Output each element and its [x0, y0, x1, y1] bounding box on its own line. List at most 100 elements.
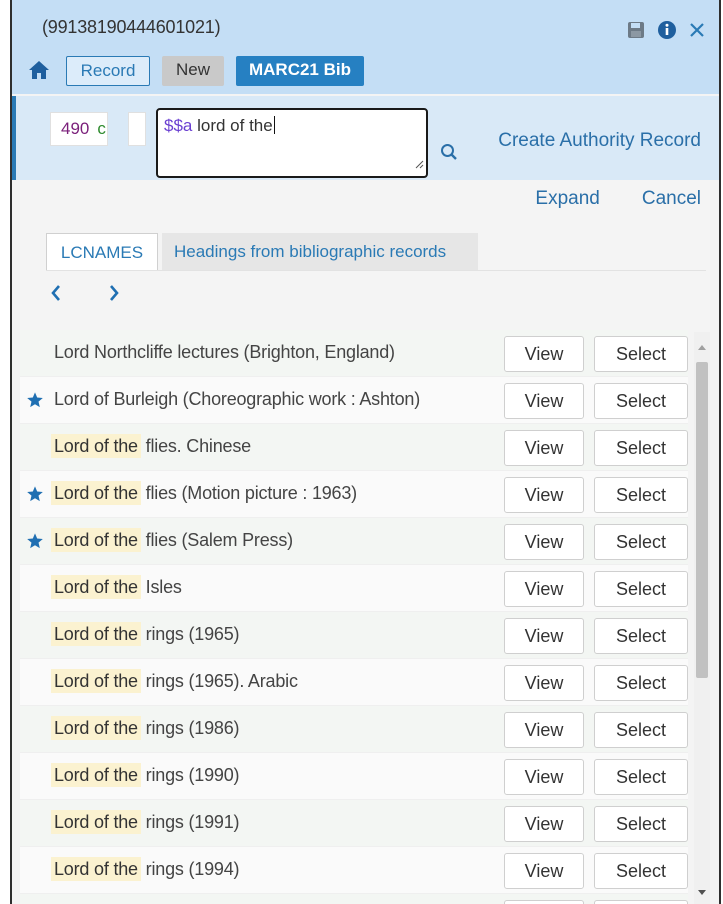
chevron-right-icon[interactable] [108, 284, 120, 307]
select-button[interactable]: Select [594, 618, 688, 654]
view-button[interactable]: View [504, 618, 584, 654]
format-badge: MARC21 Bib [236, 56, 364, 86]
heading-rest: rings (1990) [140, 765, 240, 785]
pager [50, 284, 120, 307]
heading-rest: rings (1994) [140, 859, 240, 879]
cancel-link[interactable]: Cancel [642, 188, 701, 210]
heading-rest: rings (1965) [140, 624, 240, 644]
indicator-2[interactable] [128, 112, 146, 146]
match-highlight: Lord of the [51, 575, 141, 599]
view-button[interactable]: View [504, 665, 584, 701]
heading-rest: rings (1986) [140, 718, 240, 738]
result-row: Lord of the rings (1965). Arabic View Sele… [20, 659, 688, 706]
view-button[interactable]: View [504, 336, 584, 372]
match-highlight: Lord of the [51, 434, 141, 458]
view-button[interactable]: View [504, 712, 584, 748]
view-button[interactable]: View [504, 759, 584, 795]
select-button[interactable]: Select [594, 759, 688, 795]
record-badge[interactable]: Record [66, 56, 150, 86]
view-button[interactable]: View [504, 900, 584, 904]
match-highlight: Lord of the [51, 716, 141, 740]
scroll-up-icon[interactable] [697, 338, 707, 356]
header-actions [627, 20, 705, 45]
result-row: Lord of the flies (Motion picture : 1963… [20, 471, 688, 518]
heading-rest: flies (Salem Press) [140, 530, 293, 550]
subfield-editor[interactable]: $$a lord of the [156, 108, 428, 178]
select-button[interactable]: Select [594, 712, 688, 748]
heading-text: Lord of the flies. Chinese [51, 434, 251, 458]
select-button[interactable]: Select [594, 853, 688, 889]
close-icon[interactable] [689, 22, 705, 43]
result-row: Lord of the rings (1986) View Select [20, 706, 688, 753]
view-button[interactable]: View [504, 524, 584, 560]
select-button[interactable]: Select [594, 806, 688, 842]
select-button[interactable]: Select [594, 571, 688, 607]
select-button[interactable]: Select [594, 430, 688, 466]
select-button[interactable]: Select [594, 336, 688, 372]
heading-text: Lord of the rings (1986) [51, 716, 240, 740]
heading-text: Lord of the rings (1994) [51, 857, 240, 881]
select-button[interactable]: Select [594, 900, 688, 904]
heading-text: Lord of Burleigh (Choreographic work : A… [54, 389, 420, 410]
search-icon[interactable] [440, 143, 458, 166]
subfield-code: $$a [164, 116, 193, 135]
results-list: Lord Northcliffe lectures (Brighton, Eng… [20, 330, 688, 904]
heading-text: Lord of the rings (1965). Arabic [51, 669, 298, 693]
heading-text: Lord of the flies (Motion picture : 1963… [51, 481, 358, 505]
heading-text: Lord of the Isles [51, 575, 182, 599]
heading-text: Lord of the flies (Salem Press) [51, 528, 293, 552]
resize-grip-icon[interactable] [414, 154, 424, 174]
result-row: Lord of the rings (2001)ViewSelect [20, 894, 688, 904]
scroll-down-icon[interactable] [697, 884, 707, 902]
match-highlight: Lord of the [51, 810, 141, 834]
scrollbar-thumb[interactable] [696, 362, 708, 678]
tab-lcnames[interactable]: LCNAMES [46, 233, 158, 271]
search-actions: Expand Cancel [535, 188, 701, 210]
view-button[interactable]: View [504, 853, 584, 889]
result-row: Lord of the flies (Salem Press) View Selec… [20, 518, 688, 565]
save-icon[interactable] [627, 21, 645, 44]
heading-rest: Lord of Burleigh (Choreographic work : A… [54, 389, 420, 409]
view-button[interactable]: View [504, 430, 584, 466]
select-button[interactable]: Select [594, 524, 688, 560]
match-highlight: Lord of the [51, 528, 141, 552]
result-row: Lord of the rings (1994) View Select [20, 847, 688, 894]
indicator-1: c [97, 119, 106, 138]
select-button[interactable]: Select [594, 477, 688, 513]
select-button[interactable]: Select [594, 665, 688, 701]
result-row: Lord of the rings (1991) View Select [20, 800, 688, 847]
subfield-value: lord of the [192, 116, 273, 135]
match-highlight: Lord of the [51, 857, 141, 881]
results-scrollbar[interactable] [694, 332, 710, 904]
editor-panel: (99138190444601021) Record New MARC21 Bi… [10, 0, 721, 904]
tab-bib-headings[interactable]: Headings from bibliographic records [162, 233, 478, 271]
result-row: Lord of the flies. Chinese View Select [20, 424, 688, 471]
chevron-left-icon[interactable] [50, 284, 62, 307]
heading-rest: flies. Chinese [140, 436, 251, 456]
view-button[interactable]: View [504, 383, 584, 419]
field-tag[interactable]: 490 c [50, 112, 108, 146]
home-icon[interactable] [28, 60, 50, 85]
create-authority-link[interactable]: Create Authority Record [498, 130, 701, 152]
tag-number: 490 [61, 119, 90, 138]
heading-rest: rings (1991) [140, 812, 240, 832]
tab-divider [46, 270, 706, 271]
view-button[interactable]: View [504, 806, 584, 842]
match-highlight: Lord of the [51, 669, 141, 693]
heading-rest: rings (1965). Arabic [140, 671, 298, 691]
text-caret [273, 116, 275, 134]
result-row: Lord of the rings (1990) View Select [20, 753, 688, 800]
star-icon [26, 391, 44, 414]
expand-link[interactable]: Expand [535, 188, 599, 210]
select-button[interactable]: Select [594, 383, 688, 419]
view-button[interactable]: View [504, 571, 584, 607]
info-icon[interactable] [657, 20, 677, 45]
view-button[interactable]: View [504, 477, 584, 513]
new-badge: New [162, 56, 224, 86]
record-id: (99138190444601021) [42, 17, 221, 37]
result-row: Lord Northcliffe lectures (Brighton, Eng… [20, 330, 688, 377]
heading-rest: flies (Motion picture : 1963) [140, 483, 358, 503]
record-header: (99138190444601021) Record New MARC21 Bi… [12, 0, 719, 94]
match-highlight: Lord of the [51, 622, 141, 646]
heading-text: Lord of the rings (1965) [51, 622, 240, 646]
